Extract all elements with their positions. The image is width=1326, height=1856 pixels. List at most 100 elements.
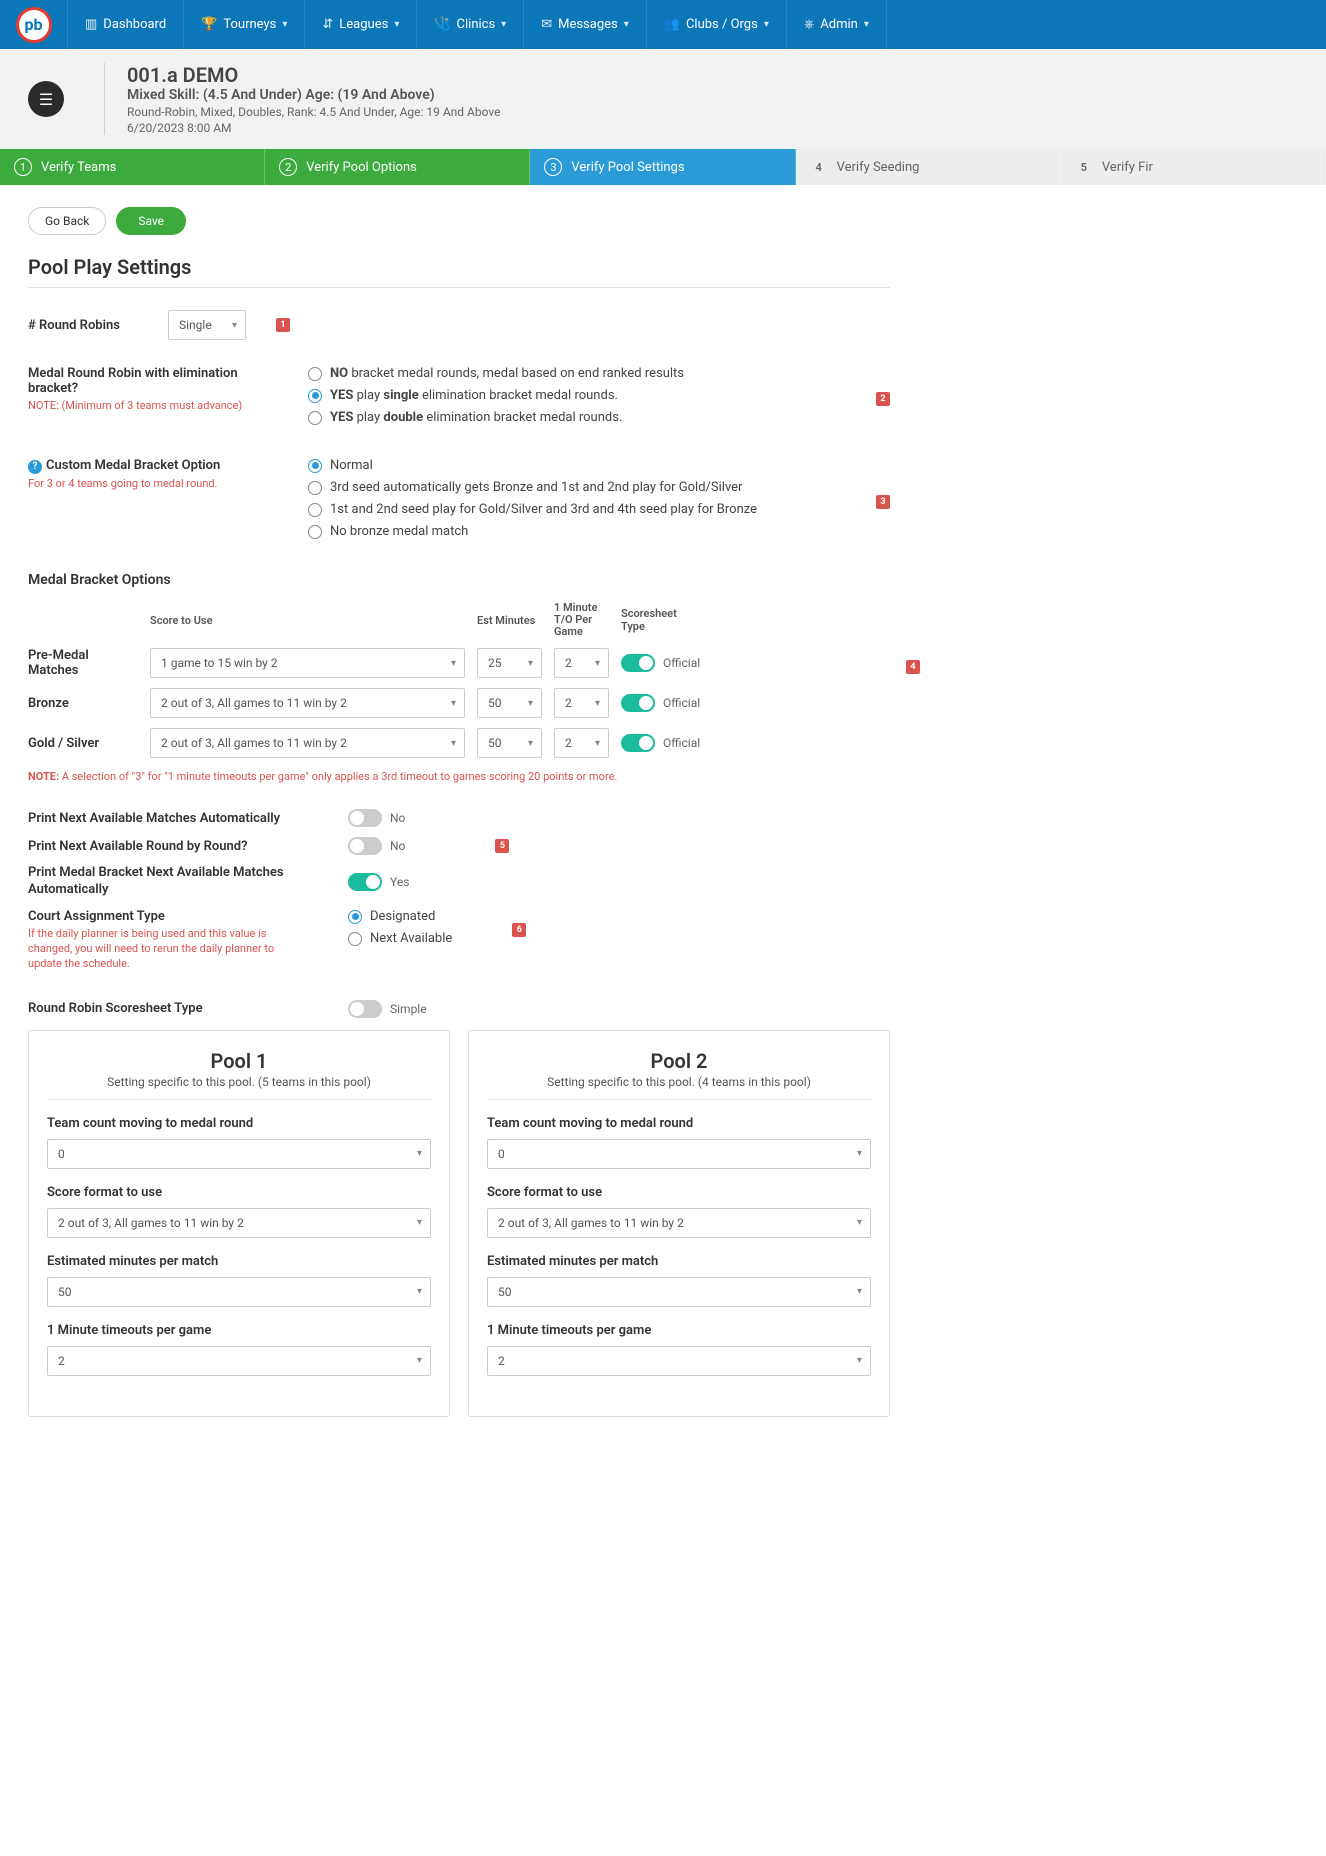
step-number: 1 — [14, 158, 32, 176]
chevron-down-icon: ▾ — [624, 19, 629, 30]
go-back-button[interactable]: Go Back — [28, 207, 106, 235]
mbo-to-select[interactable]: 2 — [554, 688, 609, 718]
marker-2: 2 — [876, 392, 890, 406]
nav-icon: ⇵ — [322, 17, 333, 32]
help-icon[interactable]: ? — [28, 460, 42, 474]
custom-bracket-no-bronze[interactable]: No bronze medal match — [308, 524, 846, 539]
col-sheet: Scoresheet Type — [621, 607, 701, 633]
pool-est-min-select[interactable]: 50 — [47, 1277, 431, 1307]
mbo-sheet-toggle[interactable] — [621, 694, 655, 712]
step-3[interactable]: 3Verify Pool Settings — [530, 149, 795, 185]
nav-label: Clinics — [457, 17, 496, 32]
mbo-est-select[interactable]: 50 — [477, 728, 542, 758]
pool-subtitle: Setting specific to this pool. (4 teams … — [487, 1075, 871, 1100]
mbo-row: Bronze 2 out of 3, All games to 11 win b… — [28, 688, 890, 718]
mbo-score-select[interactable]: 1 game to 15 win by 2 — [150, 648, 465, 678]
pool-team-count-select[interactable]: 0 — [47, 1139, 431, 1169]
print-round-toggle[interactable] — [348, 837, 382, 855]
round-robins-select[interactable]: Single — [168, 310, 246, 340]
pool-score-format-select[interactable]: 2 out of 3, All games to 11 win by 2 — [487, 1208, 871, 1238]
rr-sheet-label: Round Robin Scoresheet Type — [28, 1001, 318, 1016]
nav-icon: ▥ — [85, 17, 97, 32]
court-help: If the daily planner is being used and t… — [28, 927, 308, 972]
print-medal-toggle[interactable] — [348, 873, 382, 891]
custom-bracket-help: For 3 or 4 teams going to medal round. — [28, 477, 278, 490]
nav-clubs-orgs[interactable]: 👥Clubs / Orgs▾ — [647, 0, 787, 49]
nav-clinics[interactable]: 🩺 Clinics ▾ — [417, 0, 524, 49]
step-label: Verify Fir — [1102, 160, 1153, 175]
pool-timeouts-label: 1 Minute timeouts per game — [487, 1323, 871, 1338]
court-next-available[interactable]: Next Available — [348, 931, 452, 946]
mbo-score-select[interactable]: 2 out of 3, All games to 11 win by 2 — [150, 728, 465, 758]
medal-rr-help: NOTE: (Minimum of 3 teams must advance) — [28, 399, 278, 412]
pool-timeouts-select[interactable]: 2 — [487, 1346, 871, 1376]
pool-score-format-select[interactable]: 2 out of 3, All games to 11 win by 2 — [47, 1208, 431, 1238]
custom-bracket-normal[interactable]: Normal — [308, 458, 846, 473]
custom-bracket-label: Custom Medal Bracket Option — [46, 458, 220, 473]
step-label: Verify Teams — [41, 160, 116, 175]
nav-label: Clubs / Orgs — [686, 17, 758, 32]
col-to: 1 Minute T/O Per Game — [554, 602, 609, 638]
court-designated[interactable]: Designated — [348, 909, 452, 924]
pool-card-2: Pool 2 Setting specific to this pool. (4… — [468, 1030, 890, 1417]
mbo-row-label: Gold / Silver — [28, 736, 138, 751]
pool-timeouts-label: 1 Minute timeouts per game — [47, 1323, 431, 1338]
mbo-row-label: Pre-Medal Matches — [28, 648, 138, 678]
marker-5: 5 — [495, 839, 509, 853]
print-round-value: No — [390, 839, 405, 853]
nav-label: Leagues — [339, 17, 388, 32]
mbo-score-select[interactable]: 2 out of 3, All games to 11 win by 2 — [150, 688, 465, 718]
marker-3: 3 — [876, 495, 890, 509]
radio-icon — [308, 459, 322, 473]
save-button[interactable]: Save — [116, 207, 186, 235]
nav-admin[interactable]: ⎈Admin▾ — [787, 0, 887, 49]
menu-button[interactable]: ☰ — [28, 81, 64, 117]
court-label: Court Assignment Type — [28, 909, 318, 924]
chevron-down-icon: ▾ — [864, 19, 869, 30]
page-meta-1: Round-Robin, Mixed, Doubles, Rank: 4.5 A… — [127, 105, 500, 119]
chevron-down-icon: ▾ — [501, 19, 506, 30]
radio-icon — [348, 932, 362, 946]
round-robins-label: # Round Robins — [28, 318, 138, 333]
divider — [28, 287, 890, 288]
step-4[interactable]: 4Verify Seeding — [796, 149, 1061, 185]
mbo-est-select[interactable]: 50 — [477, 688, 542, 718]
pool-team-count-label: Team count moving to medal round — [47, 1116, 431, 1131]
rr-sheet-toggle[interactable] — [348, 1000, 382, 1018]
print-round-label: Print Next Available Round by Round? — [28, 839, 318, 854]
step-2[interactable]: 2Verify Pool Options — [265, 149, 530, 185]
mbo-to-select[interactable]: 2 — [554, 728, 609, 758]
radio-icon — [308, 367, 322, 381]
mbo-sheet-toggle[interactable] — [621, 654, 655, 672]
chevron-down-icon: ▾ — [394, 19, 399, 30]
nav-tourneys[interactable]: 🏆Tourneys▾ — [184, 0, 305, 49]
mbo-est-select[interactable]: 25 — [477, 648, 542, 678]
custom-bracket-3rd-bronze[interactable]: 3rd seed automatically gets Bronze and 1… — [308, 480, 846, 495]
step-1[interactable]: 1 Verify Teams — [0, 149, 265, 185]
pool-est-min-select[interactable]: 50 — [487, 1277, 871, 1307]
step-label: Verify Pool Options — [306, 160, 417, 175]
radio-icon — [308, 411, 322, 425]
nav-dashboard[interactable]: ▥Dashboard — [68, 0, 184, 49]
medal-rr-option-double[interactable]: YES play double elimination bracket meda… — [308, 410, 846, 425]
medal-rr-option-single[interactable]: YES play single elimination bracket meda… — [308, 388, 846, 403]
pool-title: Pool 2 — [487, 1049, 871, 1073]
mbo-sheet-toggle[interactable] — [621, 734, 655, 752]
pool-team-count-select[interactable]: 0 — [487, 1139, 871, 1169]
step-number: 3 — [544, 158, 562, 176]
custom-bracket-1-2-3-4[interactable]: 1st and 2nd seed play for Gold/Silver an… — [308, 502, 846, 517]
print-auto-toggle[interactable] — [348, 809, 382, 827]
print-auto-value: No — [390, 811, 405, 825]
nav-icon: 🩺 — [434, 17, 450, 32]
section-title: Pool Play Settings — [28, 255, 890, 279]
step-number: 4 — [810, 158, 828, 176]
nav-leagues[interactable]: ⇵ Leagues ▾ — [305, 0, 417, 49]
radio-icon — [308, 389, 322, 403]
medal-rr-option-no[interactable]: NO bracket medal rounds, medal based on … — [308, 366, 846, 381]
mbo-to-select[interactable]: 2 — [554, 648, 609, 678]
pool-timeouts-select[interactable]: 2 — [47, 1346, 431, 1376]
step-5[interactable]: 5Verify Fir — [1061, 149, 1326, 185]
mbo-row: Pre-Medal Matches 1 game to 15 win by 2 … — [28, 648, 890, 678]
nav-messages[interactable]: ✉Messages▾ — [524, 0, 647, 49]
logo[interactable]: pb — [0, 0, 68, 49]
